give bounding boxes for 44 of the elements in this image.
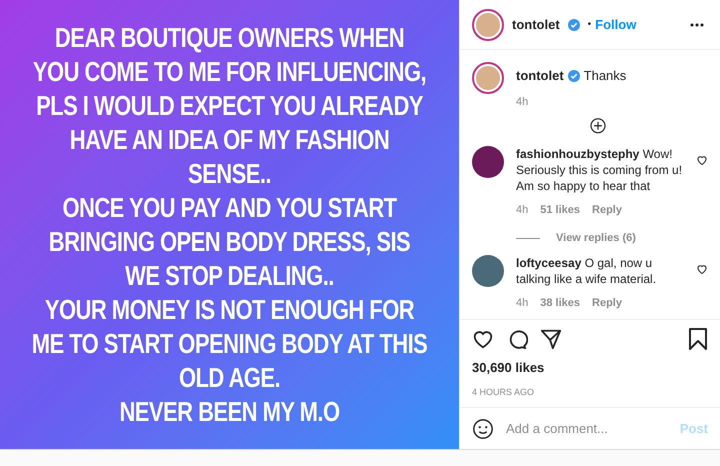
separator-dot: •: [588, 18, 592, 32]
post-text-line: SENSE..: [188, 156, 271, 190]
reply-button[interactable]: Reply: [592, 202, 622, 218]
post-text-line: ONCE YOU PAY AND YOU START: [62, 190, 397, 224]
more-options-icon[interactable]: [690, 22, 704, 26]
username-link[interactable]: tontolet: [516, 66, 564, 86]
post-text-line: YOU COME TO ME FOR INFLUENCING,: [32, 54, 426, 88]
post-text-line: PLS I WOULD EXPECT YOU ALREADY: [36, 88, 423, 122]
bookmark-icon[interactable]: [688, 328, 708, 350]
follow-button[interactable]: Follow: [595, 14, 636, 34]
post-text-line: ME TO START OPENING BODY AT THIS: [32, 326, 428, 360]
likes-link[interactable]: 38 likes: [540, 294, 580, 311]
commenter-avatar[interactable]: [472, 146, 504, 178]
post-text-line: WE STOP DEALING..: [125, 258, 334, 292]
post-time: 4 HOURS AGO: [472, 386, 536, 398]
heart-icon[interactable]: [696, 154, 708, 166]
commenter-avatar[interactable]: [472, 254, 504, 286]
username-link[interactable]: fashionhouzbystephy: [516, 146, 640, 160]
comment-input-field[interactable]: Add a comment...: [506, 418, 668, 438]
post-text-line: YOUR MONEY IS NOT ENOUGH FOR: [44, 292, 414, 326]
likes-count[interactable]: 30,690 likes: [472, 358, 708, 378]
heart-icon[interactable]: [472, 328, 494, 350]
send-icon[interactable]: [540, 328, 562, 350]
view-replies-button[interactable]: View replies (6): [556, 230, 636, 246]
post-text-line: NEVER BEEN MY M.O: [119, 394, 340, 428]
post-text-line: BRINGING OPEN BODY DRESS, SIS: [48, 224, 410, 258]
load-more-icon[interactable]: [588, 118, 608, 134]
profile-avatar[interactable]: [472, 62, 504, 94]
username-link[interactable]: tontolet: [512, 14, 560, 34]
reply-button[interactable]: Reply: [592, 294, 622, 311]
post-text-line: DEAR BOUTIQUE OWNERS WHEN: [54, 20, 404, 54]
caption-text: Thanks: [584, 67, 626, 85]
comment-text: loftyceesay O gal, now u talking like a wife material.: [516, 254, 658, 286]
emoji-icon[interactable]: [472, 418, 494, 440]
likes-link[interactable]: 51 likes: [540, 202, 580, 218]
comment-text: fashionhouzbystephy Wow! Seriously this is coming from u! Am so happy to hear that: [516, 146, 684, 194]
comment-time: 4h: [516, 296, 528, 310]
heart-icon[interactable]: [696, 262, 708, 274]
post-text-line: HAVE AN IDEA OF MY FASHION: [70, 122, 390, 156]
comment-time: 4h: [516, 202, 528, 218]
caption-time: 4h: [516, 94, 530, 110]
username-link[interactable]: loftyceesay: [516, 256, 582, 270]
profile-avatar[interactable]: [472, 8, 504, 40]
post-text-line: OLD AGE.: [178, 360, 280, 394]
